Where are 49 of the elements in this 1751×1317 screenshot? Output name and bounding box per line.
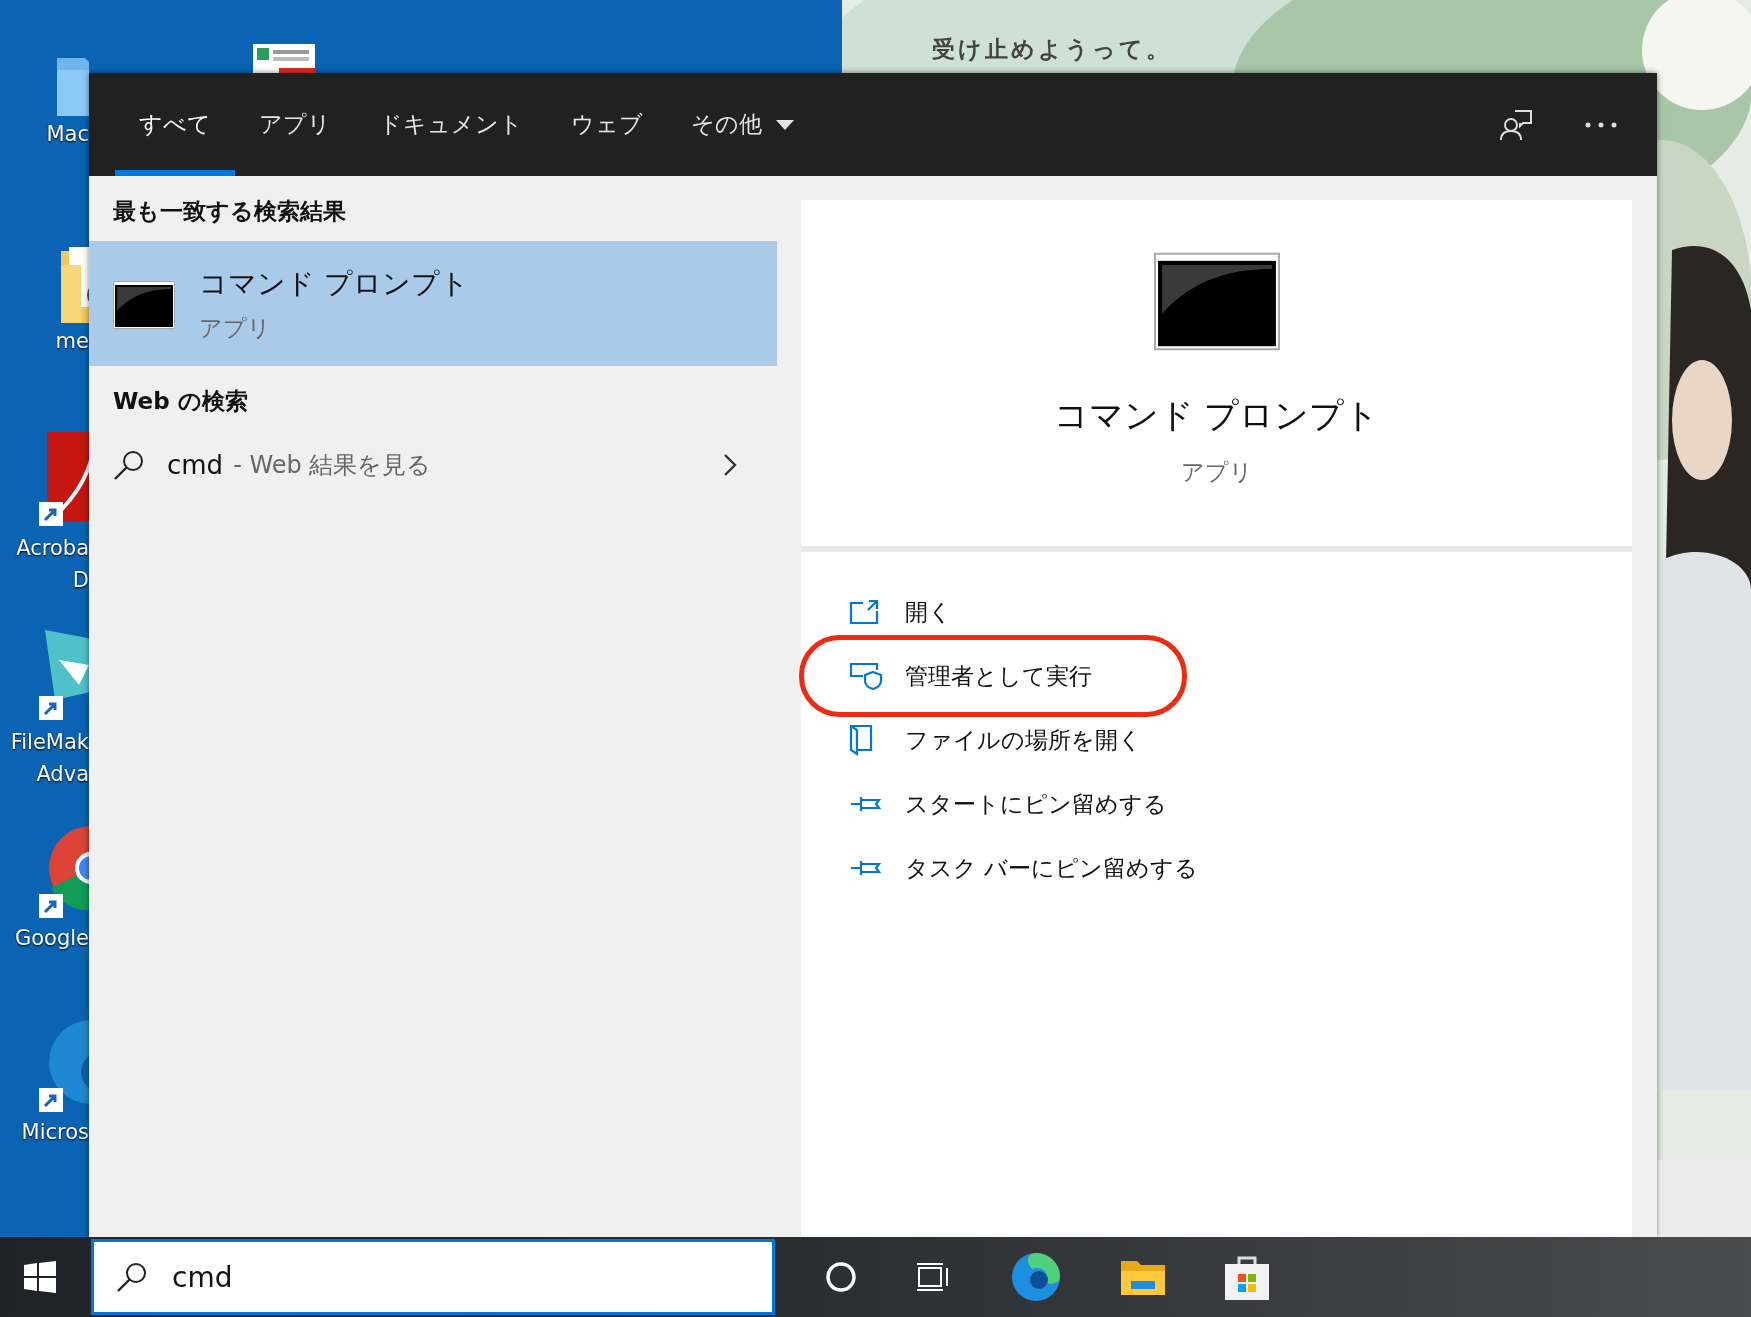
- filter-tab[interactable]: すべて: [115, 73, 235, 176]
- section-heading: Web の検索: [112, 387, 249, 416]
- desktop-icon-label[interactable]: Mac: [46, 118, 89, 150]
- section-heading: 最も一致する検索結果: [112, 197, 347, 226]
- web-search-result[interactable]: cmd - Web 結果を見る: [89, 431, 777, 499]
- filter-tab[interactable]: ウェブ: [547, 73, 667, 176]
- filter-tab[interactable]: ドキュメント: [355, 73, 547, 176]
- action-item[interactable]: 開く: [849, 580, 952, 644]
- result-title: コマンド プロンプト: [199, 266, 469, 302]
- browser-icon[interactable]: [1011, 1252, 1061, 1302]
- more-icon[interactable]: [1585, 121, 1617, 128]
- action-item[interactable]: ファイルの場所を開く: [849, 708, 1142, 772]
- shield-icon: [849, 662, 883, 690]
- web-results-text: - Web 結果を見る: [233, 450, 432, 481]
- desktop-icon-label[interactable]: Micros: [21, 1116, 89, 1148]
- caption-text: 受け止めようって。: [932, 35, 1172, 64]
- desktop-icon-label[interactable]: D: [72, 564, 89, 596]
- task-view-icon[interactable]: [917, 1262, 951, 1292]
- action-item[interactable]: スタートにピン留めする: [849, 772, 1167, 836]
- open-icon: [849, 599, 881, 625]
- windows-logo-icon: [24, 1261, 56, 1293]
- best-match-result[interactable]: コマンド プロンプト アプリ: [89, 241, 777, 366]
- pin-icon: [849, 858, 883, 878]
- terminal-icon: [113, 280, 175, 329]
- query-text: cmd: [167, 450, 224, 480]
- pin-icon: [849, 794, 883, 814]
- action-item[interactable]: タスク バーにピン留めする: [849, 836, 1199, 900]
- chevron-right-icon: [723, 453, 737, 477]
- folder-icon[interactable]: [1121, 1259, 1165, 1295]
- cortana-icon[interactable]: [825, 1261, 857, 1293]
- search-icon: [113, 449, 145, 481]
- feedback-icon[interactable]: [1499, 108, 1533, 141]
- folder-icon: [849, 724, 875, 756]
- folder-icon[interactable]: [59, 245, 89, 325]
- desktop-icon-label[interactable]: FileMak: [10, 726, 89, 758]
- store-icon[interactable]: [1225, 1254, 1269, 1300]
- desktop-icon-label[interactable]: me: [55, 325, 89, 357]
- desktop-icon-label[interactable]: Adva: [36, 758, 89, 790]
- desktop-icon-label[interactable]: Acroba: [16, 532, 89, 564]
- search-field[interactable]: cmd: [91, 1239, 775, 1315]
- desktop-icon-label[interactable]: Google: [14, 922, 89, 954]
- file-thumbnail-icon[interactable]: [253, 44, 315, 73]
- search-icon: [116, 1261, 148, 1293]
- app-title: コマンド プロンプト: [1053, 394, 1380, 437]
- result-type: アプリ: [199, 314, 272, 343]
- app-type: アプリ: [1180, 458, 1253, 487]
- filter-tab[interactable]: アプリ: [235, 73, 355, 176]
- filter-tab[interactable]: その他: [667, 73, 818, 176]
- terminal-icon: [1153, 250, 1280, 353]
